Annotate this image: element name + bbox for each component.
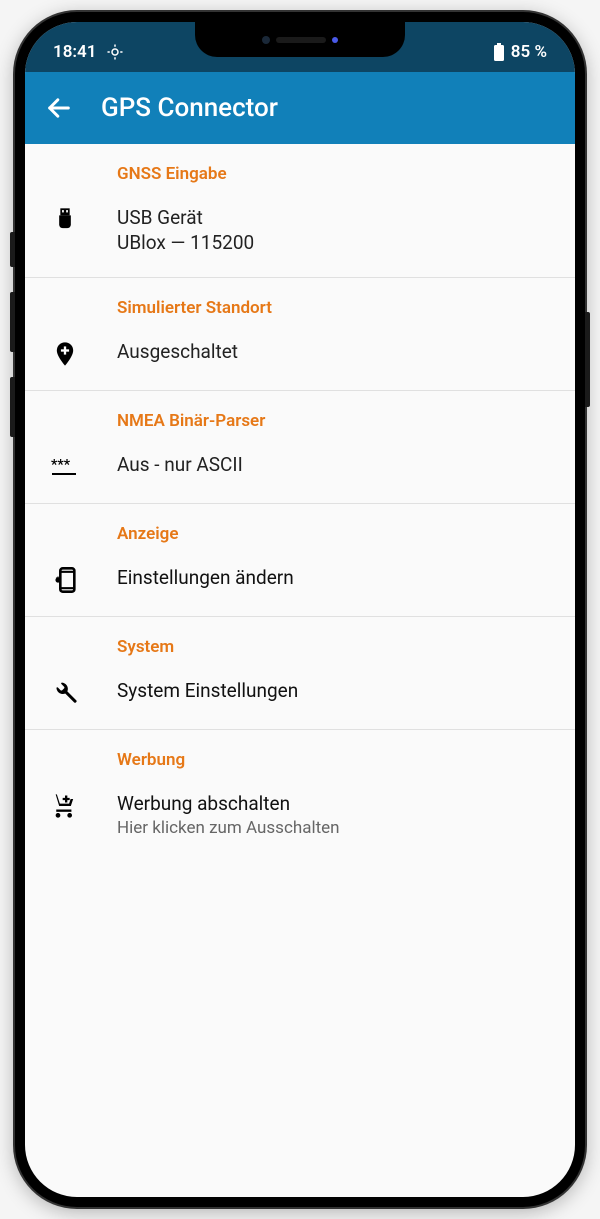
section-header-display: Anzeige — [117, 524, 555, 544]
section-system[interactable]: System System Einstellungen — [25, 617, 575, 730]
page-title: GPS Connector — [101, 93, 278, 123]
section-header-mock: Simulierter Standort — [117, 298, 555, 318]
ads-subtitle: Hier klicken zum Ausschalten — [117, 817, 555, 839]
ads-title: Werbung abschalten — [117, 792, 555, 817]
section-header-system: System — [117, 637, 555, 657]
app-bar: GPS Connector — [25, 72, 575, 144]
section-header-gnss: GNSS Eingabe — [117, 164, 555, 184]
content: GNSS Eingabe USB Gerät UBlox — 115200 — [25, 144, 575, 861]
section-nmea[interactable]: NMEA Binär-Parser *** Aus - nur ASCII — [25, 391, 575, 504]
section-ads[interactable]: Werbung Werbung abschalten Hier k — [25, 730, 575, 861]
nmea-status: Aus - nur ASCII — [117, 453, 555, 478]
section-display[interactable]: Anzeige Einstellungen ändern — [25, 504, 575, 617]
mock-status: Ausgeschaltet — [117, 340, 555, 365]
status-battery: 85 % — [511, 42, 547, 62]
gnss-subtitle: UBlox — 115200 — [117, 231, 555, 256]
status-time: 18:41 — [53, 42, 96, 62]
gnss-title: USB Gerät — [117, 206, 555, 231]
section-gnss[interactable]: GNSS Eingabe USB Gerät UBlox — 115200 — [25, 144, 575, 278]
wrench-icon — [51, 679, 79, 707]
system-title: System Einstellungen — [117, 679, 555, 704]
add-cart-icon — [51, 792, 79, 820]
svg-text:***: *** — [51, 457, 71, 473]
notch — [195, 22, 405, 57]
display-title: Einstellungen ändern — [117, 566, 555, 591]
usb-plug-icon — [51, 206, 79, 234]
section-header-nmea: NMEA Binär-Parser — [117, 411, 555, 431]
password-icon: *** — [51, 453, 79, 481]
battery-icon — [493, 43, 505, 61]
location-icon — [106, 43, 124, 61]
back-icon[interactable] — [45, 94, 73, 122]
screen: 18:41 85 % — [25, 22, 575, 1197]
phone-frame: 18:41 85 % — [15, 12, 585, 1207]
add-location-icon — [51, 340, 79, 368]
section-mock-location[interactable]: Simulierter Standort Ausgeschaltet — [25, 278, 575, 391]
section-header-ads: Werbung — [117, 750, 555, 770]
phone-settings-icon — [51, 566, 79, 594]
